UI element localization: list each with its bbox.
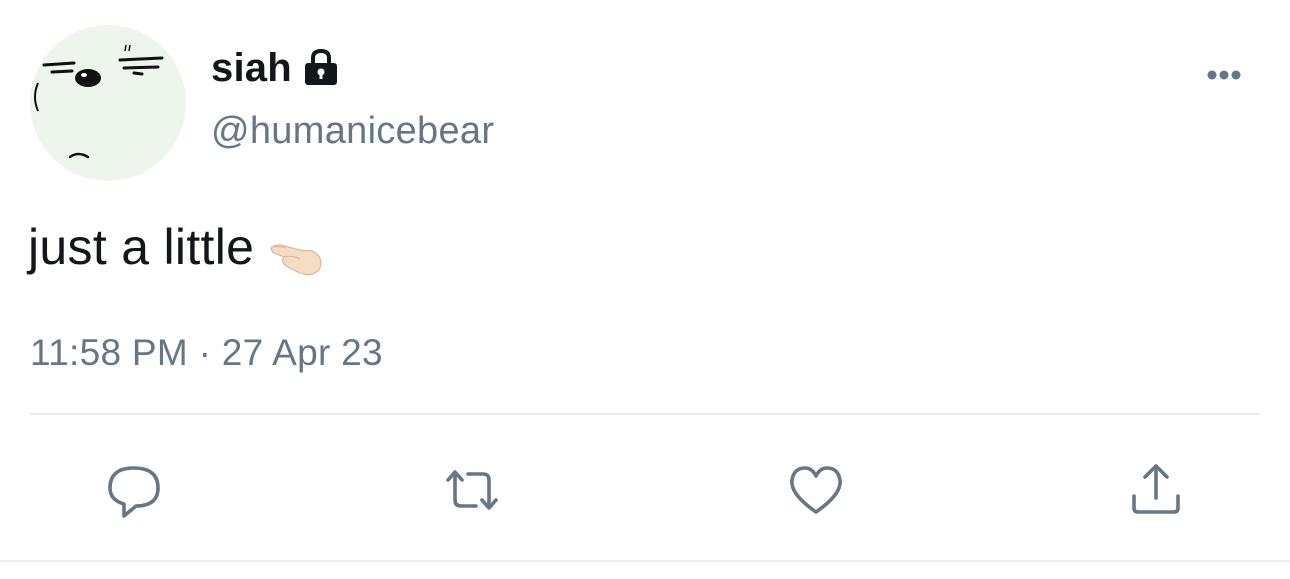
divider	[30, 413, 1260, 415]
share-button[interactable]	[1126, 460, 1186, 520]
lock-icon	[302, 48, 340, 88]
comment-icon	[108, 466, 160, 518]
tweet-text: just a little	[28, 219, 255, 275]
retweet-button[interactable]	[442, 460, 502, 520]
more-options-icon[interactable]	[1196, 60, 1252, 90]
share-icon	[1132, 464, 1180, 514]
display-name-row: siah	[211, 38, 340, 98]
bottom-divider	[0, 560, 1290, 562]
user-handle[interactable]: @humanicebear	[211, 110, 494, 153]
display-name[interactable]: siah	[211, 46, 292, 91]
pinching-hand-icon	[270, 231, 326, 276]
tweet-timestamp[interactable]: 11:58 PM · 27 Apr 23	[30, 332, 383, 374]
tweet-text-row: just a little	[28, 218, 326, 276]
retweet-icon	[446, 470, 498, 510]
reply-button[interactable]	[104, 460, 164, 520]
heart-icon	[790, 466, 842, 514]
like-button[interactable]	[786, 460, 846, 520]
bear-face-avatar-icon	[30, 25, 186, 181]
avatar[interactable]	[30, 25, 186, 181]
tweet-card: siah @humanicebear just a little 11:58 P…	[0, 0, 1290, 579]
